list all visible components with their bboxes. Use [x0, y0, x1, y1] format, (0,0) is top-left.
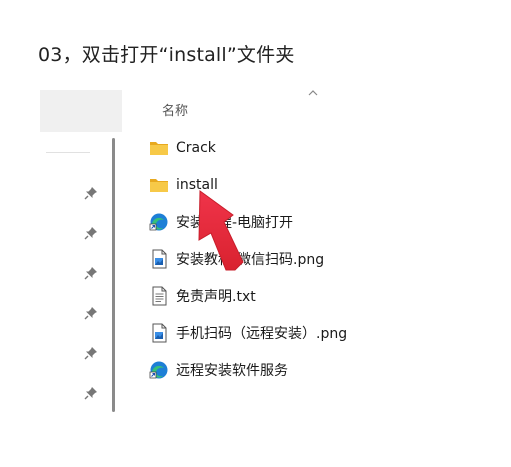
- nav-divider: [46, 152, 90, 153]
- file-name: install: [176, 177, 218, 193]
- file-name: 远程安装软件服务: [176, 363, 288, 379]
- sort-ascending-icon[interactable]: [308, 90, 318, 96]
- file-row-shortcut-pc[interactable]: 安装教程-电脑打开: [148, 209, 448, 235]
- png-file-icon: [152, 323, 167, 343]
- pin-icon[interactable]: [84, 226, 98, 240]
- file-row-wechat-png[interactable]: 安装教程-微信扫码.png: [148, 246, 448, 272]
- file-row-remote-service[interactable]: 远程安装软件服务: [148, 357, 448, 383]
- edge-shortcut-icon: [149, 213, 168, 231]
- file-row-disclaimer-txt[interactable]: 免责声明.txt: [148, 283, 448, 309]
- folder-icon: [150, 179, 168, 192]
- folder-icon: [150, 142, 168, 155]
- file-name: Crack: [176, 140, 216, 156]
- pin-icon[interactable]: [84, 386, 98, 400]
- file-name: 安装教程-微信扫码.png: [176, 252, 325, 268]
- pin-icon[interactable]: [84, 346, 98, 360]
- nav-pane-header: [40, 90, 122, 132]
- txt-file-icon: [152, 286, 167, 306]
- name-column-header[interactable]: 名称: [162, 100, 188, 119]
- file-explorer-window: 名称 Crack install 安装教程-电脑打开 安装教程-微信扫码.png…: [40, 90, 462, 412]
- file-name: 免责声明.txt: [176, 289, 256, 305]
- png-file-icon: [152, 249, 167, 269]
- file-name: 安装教程-电脑打开: [176, 215, 294, 231]
- file-row-mobile-png[interactable]: 手机扫码（远程安装）.png: [148, 320, 448, 346]
- file-row-crack[interactable]: Crack: [148, 135, 448, 161]
- navigation-pane: [40, 90, 122, 412]
- pin-icon[interactable]: [84, 306, 98, 320]
- file-row-install[interactable]: install: [148, 172, 448, 198]
- pane-scrollbar[interactable]: [112, 138, 115, 412]
- step-instruction: 03，双击打开“install”文件夹: [38, 44, 295, 66]
- file-list-pane: 名称 Crack install 安装教程-电脑打开 安装教程-微信扫码.png…: [122, 90, 462, 412]
- edge-shortcut-icon: [149, 361, 168, 379]
- pin-icon[interactable]: [84, 186, 98, 200]
- file-name: 手机扫码（远程安装）.png: [176, 326, 348, 342]
- pin-icon[interactable]: [84, 266, 98, 280]
